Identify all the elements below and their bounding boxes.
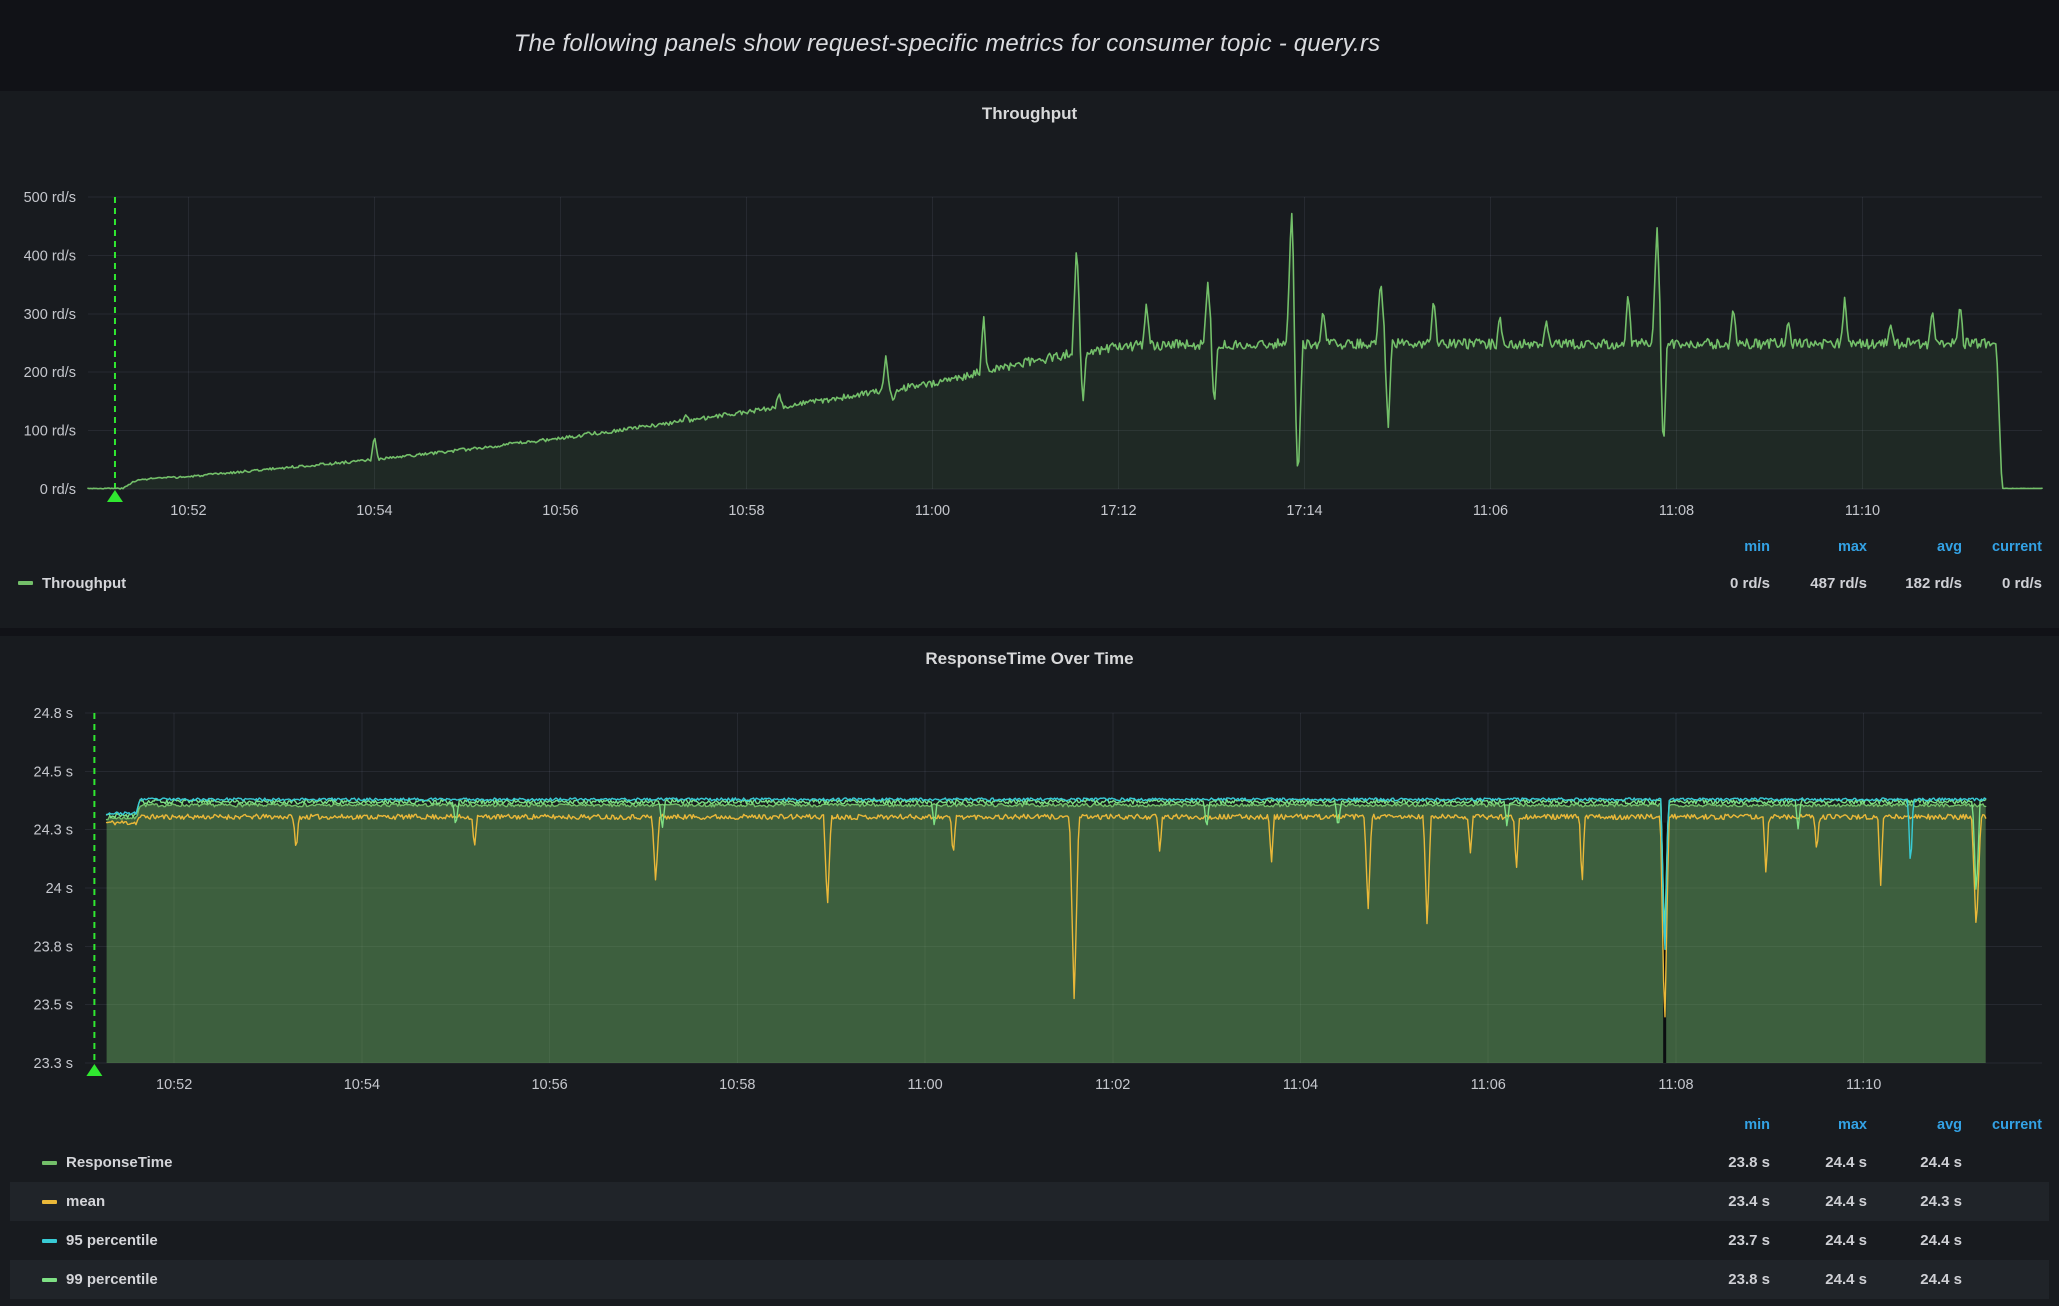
x-tick-label: 10:52 (156, 1077, 192, 1093)
x-tick-label: 17:14 (1286, 503, 1322, 519)
legend-label-throughput[interactable]: Throughput (42, 575, 126, 592)
stat-value-throughput-current: 0 rd/s (1962, 575, 2042, 592)
stat-value-95-percentile-max: 24.4 s (1770, 1232, 1867, 1249)
responsetime-x-axis-labels: 10:52 10:54 10:56 10:58 11:00 11:02 11:04 11:06… (156, 1077, 1881, 1093)
stat-value-throughput-avg: 182 rd/s (1867, 575, 1962, 592)
x-tick-label: 10:58 (719, 1077, 755, 1093)
stat-value-mean-max: 24.4 s (1770, 1193, 1867, 1210)
x-tick-label: 17:12 (1100, 503, 1136, 519)
dashboard-header: The following panels show request-specif… (0, 0, 1894, 88)
y-tick-label: 24.3 s (34, 823, 74, 839)
panel-throughput: Throughput 500 rd/s 400 rd/s 300 rd/s 200 r… (0, 91, 2059, 628)
throughput-y-axis-labels: 500 rd/s 400 rd/s 300 rd/s 200 rd/s 100 rd/s… (24, 190, 76, 498)
stat-value-99-percentile-max: 24.4 s (1770, 1271, 1867, 1288)
stat-header-min[interactable]: min (1678, 539, 1770, 555)
y-tick-label: 0 rd/s (40, 482, 76, 498)
legend-label-99-percentile[interactable]: 99 percentile (66, 1271, 158, 1288)
x-tick-label: 11:08 (1659, 503, 1694, 519)
x-tick-label: 11:08 (1658, 1077, 1693, 1093)
throughput-legend-stats-header: minmaxavgcurrent (1678, 539, 2042, 555)
y-tick-label: 400 rd/s (24, 248, 76, 264)
x-tick-label: 11:10 (1846, 1077, 1881, 1093)
x-tick-label: 10:52 (170, 503, 206, 519)
x-tick-label: 10:56 (542, 503, 578, 519)
y-tick-label: 24.8 s (34, 706, 74, 722)
legend-row-99-percentile: 99 percentile23.8 s24.4 s24.4 s (10, 1260, 2049, 1299)
y-tick-label: 200 rd/s (24, 365, 76, 381)
y-tick-label: 24.5 s (34, 764, 74, 780)
x-tick-label: 11:00 (907, 1077, 942, 1093)
panel-responsetime: ResponseTime Over Time 24.8 s24.5 s24.3 … (0, 636, 2059, 1306)
stat-header-max[interactable]: max (1770, 539, 1867, 555)
x-tick-label: 11:02 (1095, 1077, 1130, 1093)
x-tick-label: 11:06 (1473, 503, 1508, 519)
legend-row-mean: mean 23.4 s24.4 s24.3 s (10, 1182, 2049, 1221)
stat-value-throughput-min: 0 rd/s (1678, 575, 1770, 592)
stat-header-current[interactable]: current (1962, 539, 2042, 555)
stat-header-avg[interactable]: avg (1867, 1117, 1962, 1133)
legend-row-95-percentile: 95 percentile23.7 s24.4 s24.4 s (10, 1221, 2049, 1260)
legend-swatch-throughput[interactable] (18, 581, 33, 585)
responsetime-annotation-marker[interactable] (86, 713, 102, 1076)
stat-header-avg[interactable]: avg (1867, 539, 1962, 555)
x-tick-label: 11:10 (1845, 503, 1880, 519)
y-tick-label: 23.3 s (34, 1056, 74, 1072)
stat-value-99-percentile-avg: 24.4 s (1867, 1271, 1962, 1288)
stat-value-95-percentile-avg: 24.4 s (1867, 1232, 1962, 1249)
x-tick-label: 11:00 (915, 503, 950, 519)
stat-value-mean-avg: 24.3 s (1867, 1193, 1962, 1210)
throughput-x-axis-labels: 10:52 10:54 10:56 10:58 11:00 17:12 17:14 11:06… (170, 503, 1880, 519)
stat-value-responsetime-min: 23.8 s (1678, 1154, 1770, 1171)
stat-value-95-percentile-min: 23.7 s (1678, 1232, 1770, 1249)
legend-row-responsetime: ResponseTime23.8 s24.4 s24.4 s (10, 1143, 2049, 1182)
stat-header-min[interactable]: min (1678, 1117, 1770, 1133)
x-tick-label: 11:06 (1471, 1077, 1506, 1093)
legend-swatch-responsetime[interactable] (42, 1161, 57, 1165)
stat-header-max[interactable]: max (1770, 1117, 1867, 1133)
stat-value-throughput-max: 487 rd/s (1770, 575, 1867, 592)
x-tick-label: 10:54 (344, 1077, 380, 1093)
legend-label-95-percentile[interactable]: 95 percentile (66, 1232, 158, 1249)
dashboard-title: The following panels show request-specif… (514, 30, 1381, 58)
y-tick-label: 23.8 s (34, 939, 74, 955)
stat-header-current[interactable]: current (1962, 1117, 2042, 1133)
y-tick-label: 23.5 s (34, 998, 74, 1014)
y-tick-label: 500 rd/s (24, 190, 76, 206)
legend-label-mean[interactable]: mean (66, 1193, 105, 1210)
legend-label-responsetime[interactable]: ResponseTime (66, 1154, 172, 1171)
legend-swatch-99-percentile[interactable] (42, 1278, 57, 1282)
throughput-annotation-marker[interactable] (107, 197, 123, 502)
x-tick-label: 11:04 (1283, 1077, 1318, 1093)
stat-value-responsetime-avg: 24.4 s (1867, 1154, 1962, 1171)
legend-swatch-mean[interactable] (42, 1200, 57, 1204)
x-tick-label: 10:58 (728, 503, 764, 519)
y-tick-label: 100 rd/s (24, 424, 76, 440)
x-tick-label: 10:56 (531, 1077, 567, 1093)
stat-value-99-percentile-min: 23.8 s (1678, 1271, 1770, 1288)
stat-value-responsetime-max: 24.4 s (1770, 1154, 1867, 1171)
responsetime-y-axis-labels: 24.8 s 24.5 s 24.3 s 24 s 23.8 s 23.5 s 23.3 s (34, 706, 74, 1072)
stat-value-mean-min: 23.4 s (1678, 1193, 1770, 1210)
responsetime-legend-stats-header: minmaxavgcurrent (1678, 1117, 2042, 1133)
y-tick-label: 24 s (46, 881, 73, 897)
y-tick-label: 300 rd/s (24, 307, 76, 323)
legend-row-throughput: Throughput0 rd/s487 rd/s182 rd/s0 rd/s (10, 567, 2049, 599)
responsetime-series-fill-responsetime (107, 804, 1986, 1064)
legend-swatch-95-percentile[interactable] (42, 1239, 57, 1243)
x-tick-label: 10:54 (356, 503, 392, 519)
